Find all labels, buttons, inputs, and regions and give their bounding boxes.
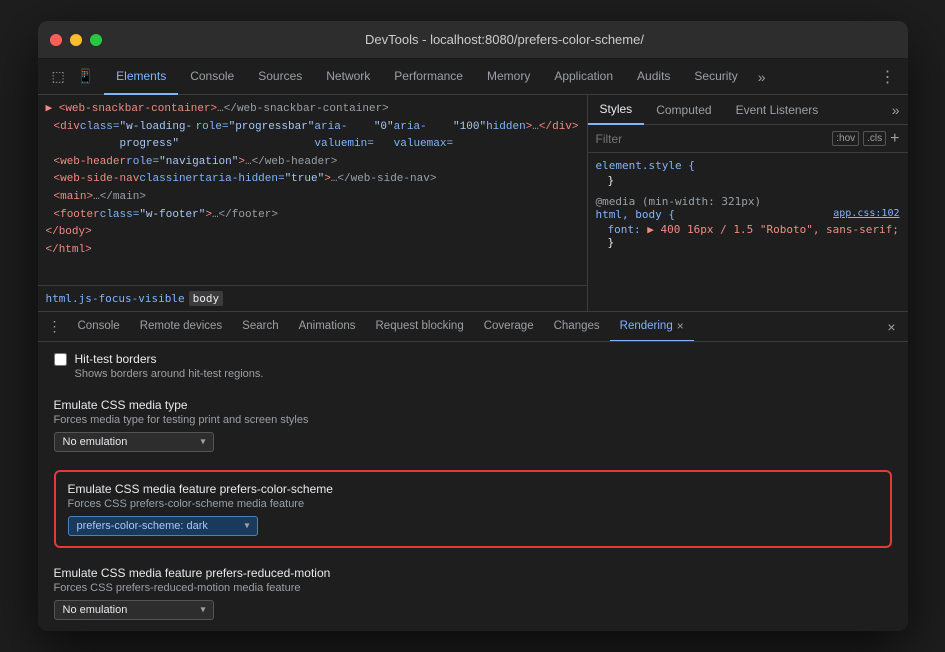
tab-rendering[interactable]: Rendering × xyxy=(610,312,694,342)
tab-console-bottom[interactable]: Console xyxy=(68,312,130,342)
emulate-color-scheme-select-wrapper: prefers-color-scheme: dark prefers-color… xyxy=(68,516,258,536)
rendering-content: Hit-test borders Shows borders around hi… xyxy=(38,342,908,631)
html-panel: ▶ <web-snackbar-container>…</web-snackba… xyxy=(38,95,588,311)
tab-audits[interactable]: Audits xyxy=(625,59,682,95)
html-line: <web-header role="navigation">…</web-hea… xyxy=(46,154,579,172)
html-tree: ▶ <web-snackbar-container>…</web-snackba… xyxy=(38,95,587,285)
tab-coverage[interactable]: Coverage xyxy=(474,312,544,342)
tab-event-listeners[interactable]: Event Listeners xyxy=(724,95,831,125)
styles-tab-bar: Styles Computed Event Listeners » xyxy=(588,95,908,125)
styles-more-button[interactable]: » xyxy=(884,95,908,124)
styles-filter-bar: :hov .cls + xyxy=(588,125,908,153)
tab-elements[interactable]: Elements xyxy=(104,59,178,95)
tab-request-blocking[interactable]: Request blocking xyxy=(366,312,474,342)
hit-test-desc: Shows borders around hit-test regions. xyxy=(75,368,264,380)
emulate-reduced-motion-label: Emulate CSS media feature prefers-reduce… xyxy=(54,566,892,580)
html-line: <web-side-nav class inert aria-hidden="t… xyxy=(46,171,579,189)
add-style-button[interactable]: + xyxy=(890,130,899,148)
tab-changes[interactable]: Changes xyxy=(544,312,610,342)
hit-test-checkbox[interactable] xyxy=(54,353,67,366)
more-tabs-button[interactable]: » xyxy=(750,69,774,85)
titlebar: DevTools - localhost:8080/prefers-color-… xyxy=(38,21,908,59)
html-line: ▶ <web-snackbar-container>…</web-snackba… xyxy=(46,101,579,119)
emulate-color-scheme-select[interactable]: prefers-color-scheme: dark prefers-color… xyxy=(68,516,258,536)
tab-network[interactable]: Network xyxy=(314,59,382,95)
window-controls xyxy=(50,34,102,46)
emulate-media-label: Emulate CSS media type xyxy=(54,398,892,412)
style-rule-element: element.style { } xyxy=(596,159,900,187)
top-tab-bar: ⬚ 📱 Elements Console Sources Network Per… xyxy=(38,59,908,95)
close-bottom-panel[interactable]: × xyxy=(879,319,903,335)
emulate-reduced-motion-select-wrapper: No emulation prefers-reduced-motion: red… xyxy=(54,600,214,620)
tab-security[interactable]: Security xyxy=(682,59,749,95)
tab-sources[interactable]: Sources xyxy=(246,59,314,95)
emulate-media-select-wrapper: No emulation print screen xyxy=(54,432,214,452)
hit-test-section: Hit-test borders Shows borders around hi… xyxy=(54,352,892,380)
devtools-window: DevTools - localhost:8080/prefers-color-… xyxy=(38,21,908,631)
breadcrumb-html[interactable]: html.js-focus-visible xyxy=(46,292,185,305)
tab-icons: ⬚ 📱 xyxy=(42,64,105,89)
emulate-reduced-motion-desc: Forces CSS prefers-reduced-motion media … xyxy=(54,582,892,594)
emulate-media-section: Emulate CSS media type Forces media type… xyxy=(54,398,892,452)
emulate-color-scheme-section: Emulate CSS media feature prefers-color-… xyxy=(54,470,892,548)
emulate-color-scheme-label: Emulate CSS media feature prefers-color-… xyxy=(68,482,878,496)
tab-performance[interactable]: Performance xyxy=(382,59,475,95)
html-line: <main>…</main> xyxy=(46,189,579,207)
devtools-menu-button[interactable]: ⋮ xyxy=(872,67,904,87)
close-dot[interactable] xyxy=(50,34,62,46)
emulate-color-scheme-desc: Forces CSS prefers-color-scheme media fe… xyxy=(68,498,878,510)
tab-application[interactable]: Application xyxy=(542,59,625,95)
tab-animations[interactable]: Animations xyxy=(289,312,366,342)
html-line: <footer class="w-footer">…</footer> xyxy=(46,207,579,225)
bottom-tab-bar: ⋮ Console Remote devices Search Animatio… xyxy=(38,312,908,342)
main-content: ▶ <web-snackbar-container>…</web-snackba… xyxy=(38,95,908,311)
styles-panel: Styles Computed Event Listeners » :hov .… xyxy=(588,95,908,311)
cls-filter-button[interactable]: .cls xyxy=(863,131,886,146)
html-line: <div class="w-loading-progress" role="pr… xyxy=(46,119,579,154)
tab-console[interactable]: Console xyxy=(178,59,246,95)
emulate-media-desc: Forces media type for testing print and … xyxy=(54,414,892,426)
breadcrumb-body[interactable]: body xyxy=(189,291,224,306)
tab-search[interactable]: Search xyxy=(232,312,288,342)
style-rule-media: @media (min-width: 321px) html, body { a… xyxy=(596,195,900,249)
tab-memory[interactable]: Memory xyxy=(475,59,542,95)
cursor-icon[interactable]: ⬚ xyxy=(48,64,69,89)
emulate-reduced-motion-select[interactable]: No emulation prefers-reduced-motion: red… xyxy=(54,600,214,620)
tab-computed[interactable]: Computed xyxy=(644,95,723,125)
devtools-body: ⬚ 📱 Elements Console Sources Network Per… xyxy=(38,59,908,631)
tab-remote-devices[interactable]: Remote devices xyxy=(130,312,232,342)
minimize-dot[interactable] xyxy=(70,34,82,46)
html-line: </body> xyxy=(46,224,579,242)
tab-styles[interactable]: Styles xyxy=(588,95,645,125)
window-title: DevTools - localhost:8080/prefers-color-… xyxy=(114,32,896,47)
bottom-panel-menu[interactable]: ⋮ xyxy=(42,318,68,335)
bottom-panel: ⋮ Console Remote devices Search Animatio… xyxy=(38,311,908,631)
breadcrumb-bar: html.js-focus-visible body xyxy=(38,285,587,311)
styles-content: element.style { } @media (min-width: 321… xyxy=(588,153,908,311)
mobile-icon[interactable]: 📱 xyxy=(73,64,98,89)
emulate-reduced-motion-section: Emulate CSS media feature prefers-reduce… xyxy=(54,566,892,620)
emulate-media-select[interactable]: No emulation print screen xyxy=(54,432,214,452)
close-rendering-tab[interactable]: × xyxy=(677,319,684,333)
hov-filter-button[interactable]: :hov xyxy=(832,131,859,146)
html-line: </html> xyxy=(46,242,579,260)
maximize-dot[interactable] xyxy=(90,34,102,46)
hit-test-row: Hit-test borders Shows borders around hi… xyxy=(54,352,892,380)
styles-filter-input[interactable] xyxy=(596,132,829,146)
hit-test-label: Hit-test borders xyxy=(75,352,264,366)
